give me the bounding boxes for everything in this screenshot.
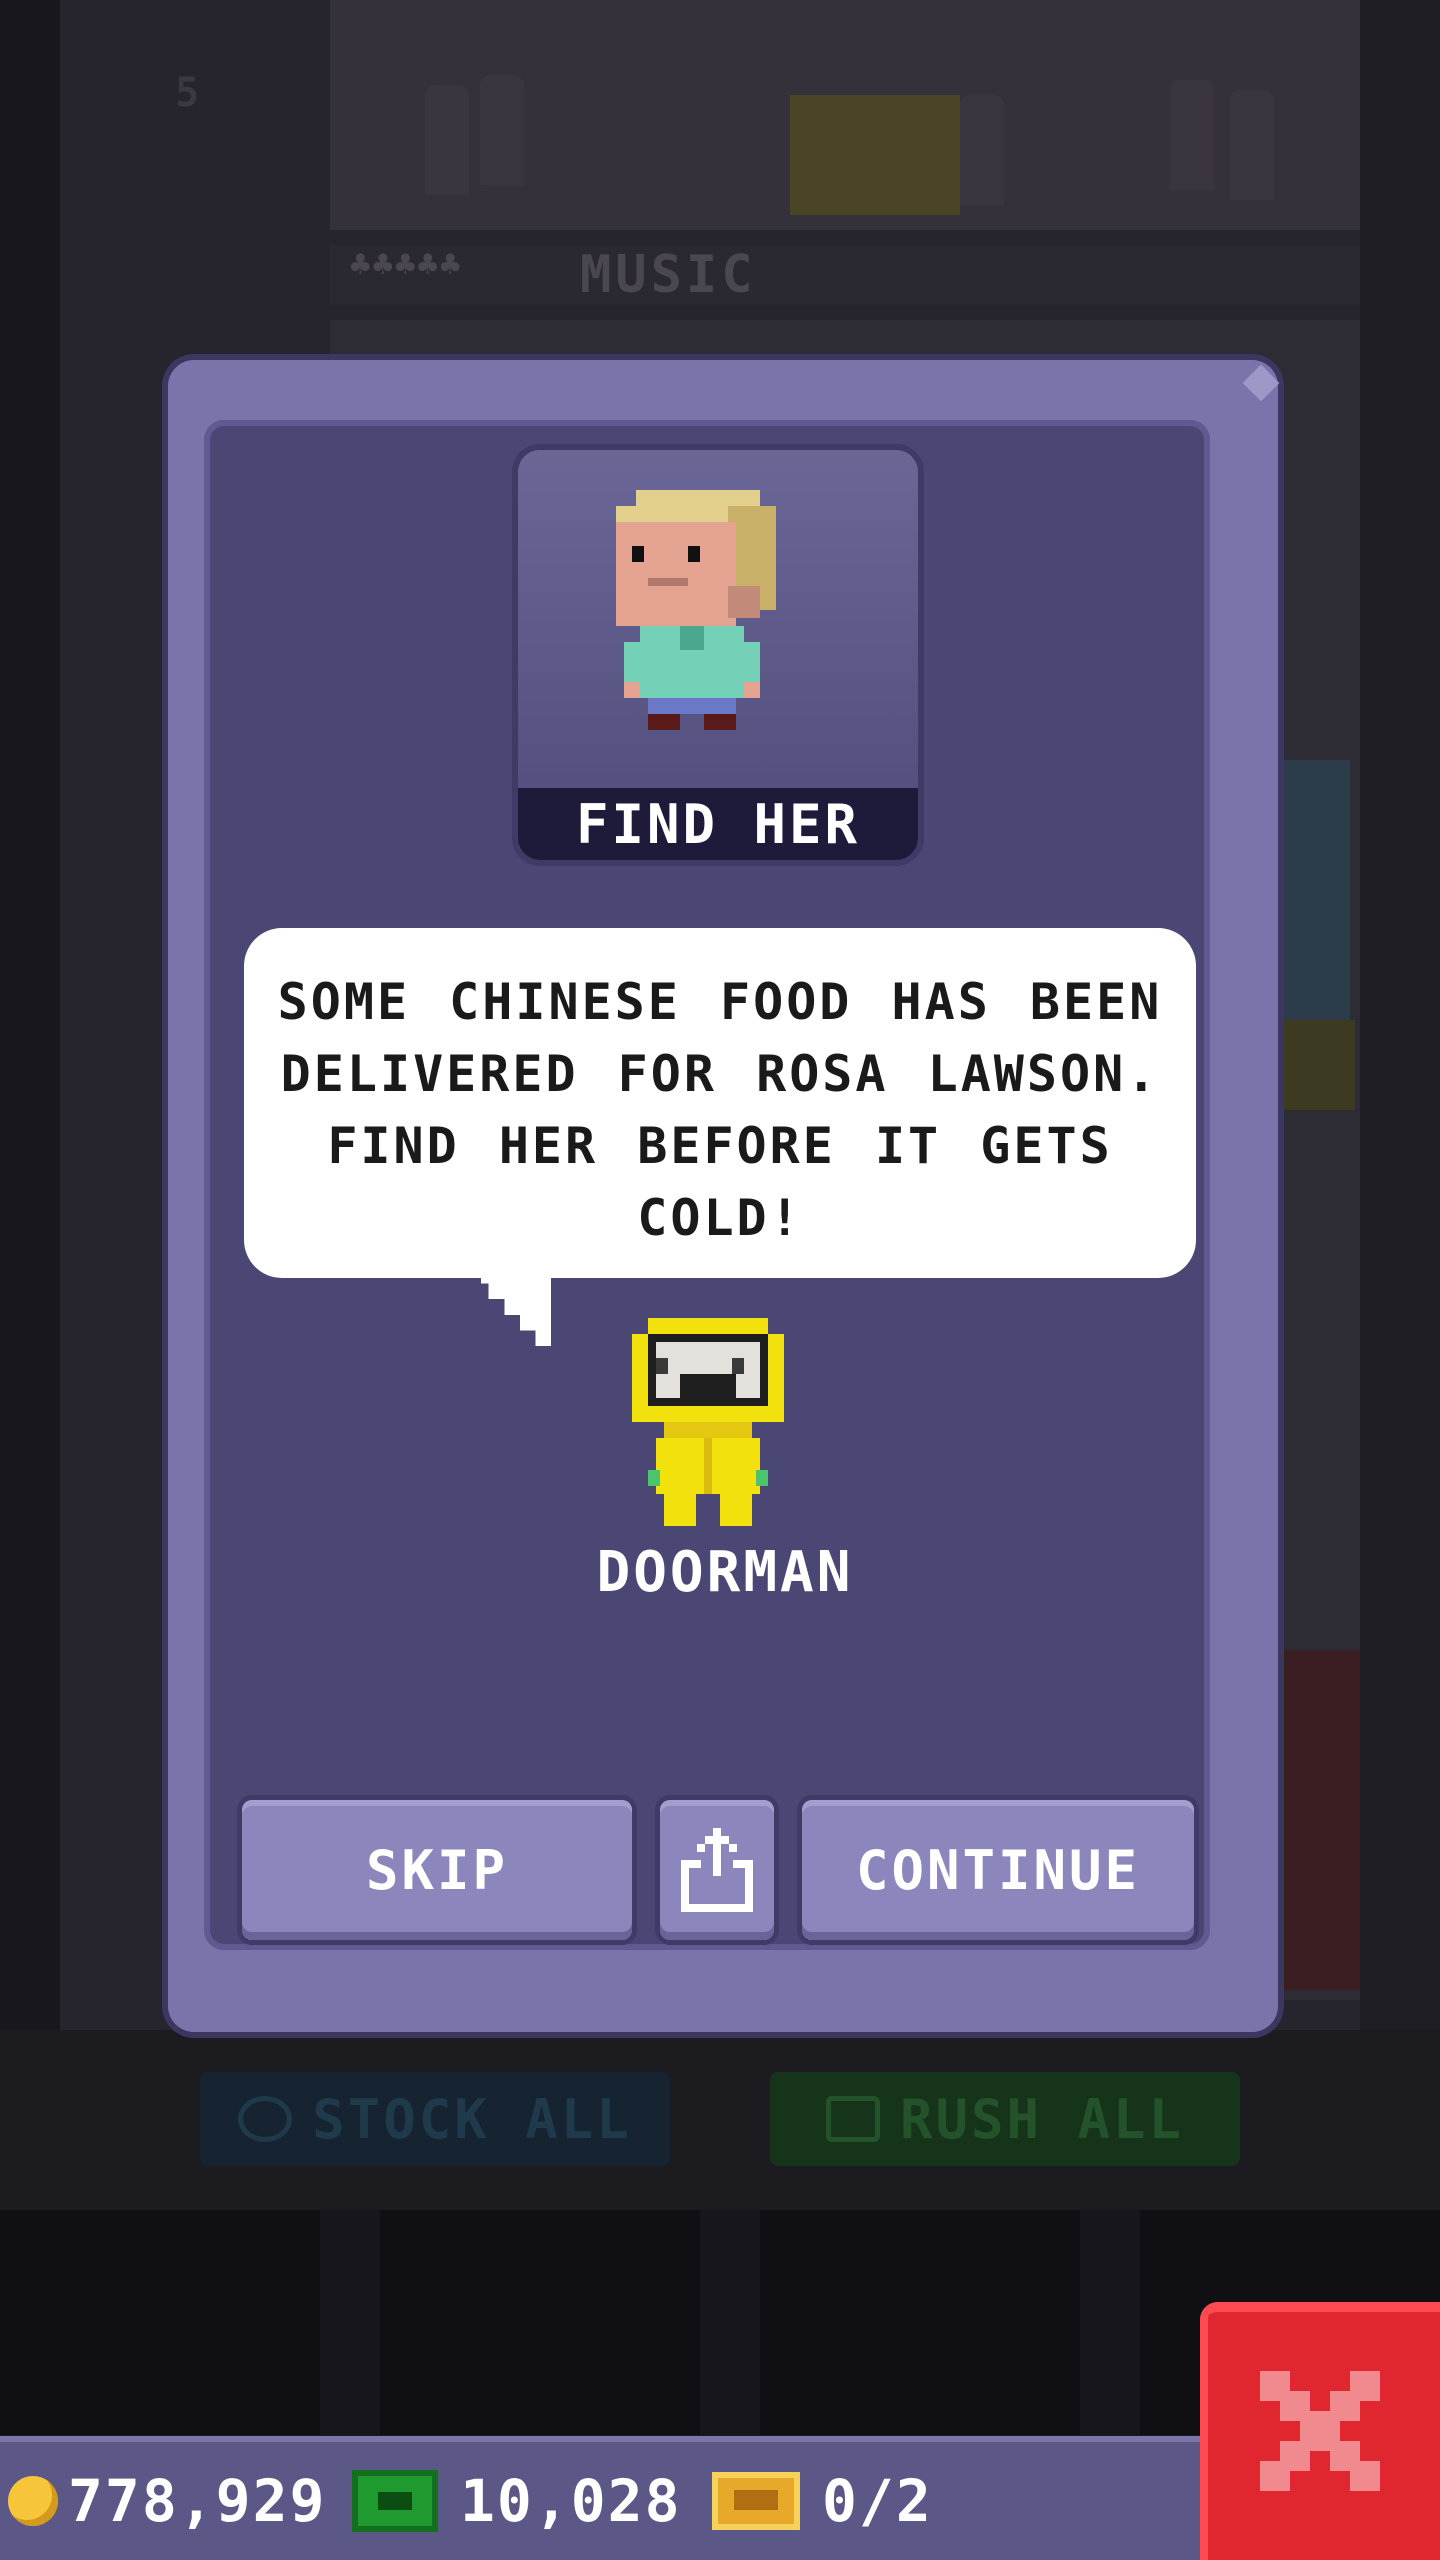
coin-icon [8,2476,58,2526]
lobby-pillar [1080,2210,1140,2435]
mission-type-label: FIND HER [518,788,918,860]
floor-label-strip [330,245,1360,305]
continue-button[interactable]: CONTINUE [802,1800,1194,1940]
background-person [1230,90,1274,200]
stock-all-button[interactable]: STOCK ALL [200,2072,670,2166]
background-person [960,95,1004,205]
tower-right-edge [1360,0,1440,2030]
tickets-value: 0/2 [822,2467,933,2535]
bux-counter[interactable]: 10,028 [352,2458,682,2544]
bux-value: 10,028 [460,2467,682,2535]
skip-button-label: SKIP [365,1838,509,1902]
rosa-lawson-sprite [616,490,776,730]
tower-left-edge [0,0,60,2030]
background-room-detail [1270,760,1350,1020]
coins-counter[interactable]: 778,929 [8,2458,326,2544]
doorman-sprite [632,1318,784,1526]
floor-number: 5 [175,70,200,116]
speech-bubble: SOME CHINESE FOOD HAS BEEN DELIVERED FOR… [244,928,1196,1278]
share-button[interactable] [660,1800,774,1940]
background-person [425,85,469,195]
lobby-pillar [320,2210,380,2435]
floor-furniture [790,95,960,215]
lobby-pillar [700,2210,760,2435]
floor-name[interactable]: MUSIC [580,245,757,305]
background-room-detail [1280,1650,1360,1990]
ticket-icon [712,2472,800,2530]
mission-message: SOME CHINESE FOOD HAS BEEN DELIVERED FOR… [277,973,1163,1247]
bux-icon [825,2096,880,2142]
continue-button-label: CONTINUE [855,1838,1141,1902]
close-icon [1260,2371,1380,2491]
vip-ticket-counter[interactable]: 0/2 [712,2458,933,2544]
speaker-name: DOORMAN [596,1540,854,1605]
clock-icon [238,2096,293,2142]
background-room-detail [1275,1020,1355,1110]
skip-button[interactable]: SKIP [242,1800,632,1940]
share-icon [681,1828,753,1912]
background-person [1170,80,1214,190]
bux-icon [352,2470,438,2532]
close-button[interactable] [1200,2302,1440,2560]
mission-portrait: FIND HER [518,450,918,860]
stock-all-label: STOCK ALL [312,2087,632,2151]
rush-all-label: RUSH ALL [899,2087,1185,2151]
rush-all-button[interactable]: RUSH ALL [770,2072,1240,2166]
coins-value: 778,929 [68,2467,327,2535]
speech-bubble-tail [480,1268,552,1346]
floor-residents-icons: ♣♣♣♣♣ [350,245,463,285]
background-person [480,75,524,185]
